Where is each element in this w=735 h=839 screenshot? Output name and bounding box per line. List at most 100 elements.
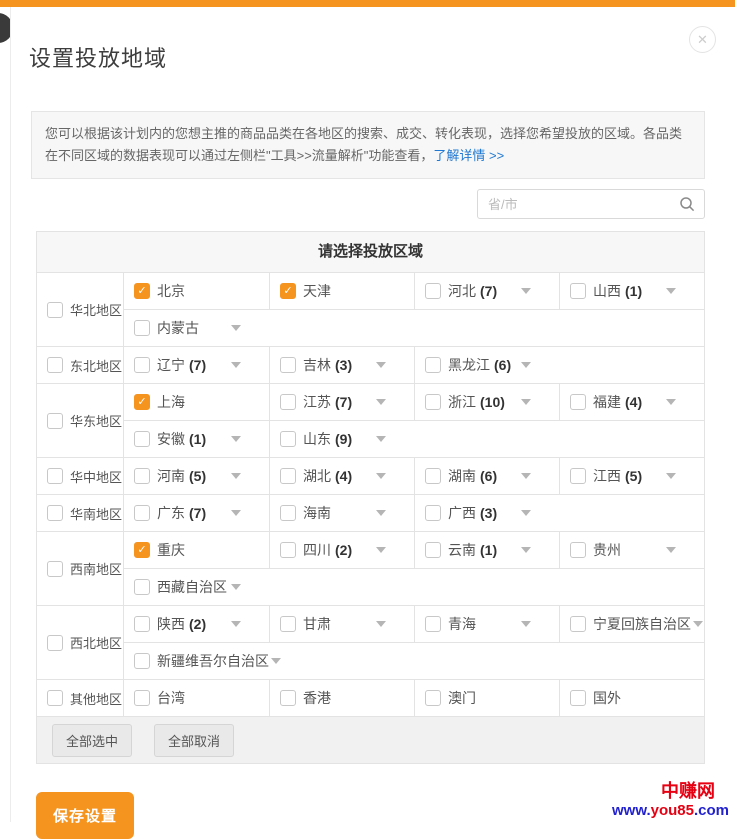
search-icon[interactable]: [679, 196, 695, 212]
region-checkbox[interactable]: [47, 560, 63, 577]
province-checkbox[interactable]: [280, 616, 296, 633]
province-checkbox[interactable]: [280, 468, 296, 485]
province-checkbox[interactable]: [134, 468, 150, 485]
save-settings-button[interactable]: 保存设置: [36, 792, 135, 839]
province-checkbox[interactable]: [134, 653, 150, 670]
chevron-down-icon[interactable]: [376, 436, 386, 443]
province-subrows: ✓ 重庆 四川 (2) 云南 (1) 贵州 西藏自治区: [124, 532, 704, 605]
province-checkbox[interactable]: [280, 357, 296, 374]
region-label: 其他地区: [70, 691, 123, 707]
province-cell: 香港: [269, 680, 414, 717]
province-checkbox[interactable]: [570, 394, 586, 411]
cancel-all-button[interactable]: 全部取消: [154, 723, 235, 757]
chevron-down-icon[interactable]: [231, 621, 241, 628]
chevron-down-icon[interactable]: [231, 362, 241, 369]
region-checkbox[interactable]: [47, 634, 63, 651]
chevron-down-icon[interactable]: [376, 399, 386, 406]
province-checkbox[interactable]: [134, 320, 150, 337]
chevron-down-icon[interactable]: [521, 288, 531, 295]
chevron-down-icon[interactable]: [376, 362, 386, 369]
region-row: 其他地区 台湾 香港 澳门 国外: [37, 680, 704, 718]
region-checkbox[interactable]: [47, 301, 63, 318]
province-checkbox[interactable]: [570, 542, 586, 559]
province-checkbox[interactable]: [134, 616, 150, 633]
province-subrows: 广东 (7) 海南 广西 (3): [124, 495, 704, 532]
province-checkbox[interactable]: [280, 690, 296, 707]
top-accent-bar: [0, 0, 735, 7]
chevron-down-icon[interactable]: [521, 547, 531, 554]
province-checkbox[interactable]: ✓: [134, 542, 150, 559]
province-checkbox[interactable]: [425, 357, 441, 374]
province-cell: 山西 (1): [559, 273, 704, 310]
province-label: 甘肃: [303, 616, 331, 633]
province-count: (6): [480, 468, 498, 485]
province-checkbox[interactable]: [425, 283, 441, 300]
province-checkbox[interactable]: [134, 690, 150, 707]
province-subrows: 河南 (5) 湖北 (4) 湖南 (6) 江西 (5): [124, 458, 704, 495]
chevron-down-icon[interactable]: [231, 473, 241, 480]
chevron-down-icon[interactable]: [521, 473, 531, 480]
province-label: 重庆: [157, 542, 185, 559]
province-checkbox[interactable]: [425, 616, 441, 633]
province-checkbox[interactable]: [425, 542, 441, 559]
chevron-down-icon[interactable]: [271, 658, 281, 665]
chevron-down-icon[interactable]: [231, 436, 241, 443]
province-checkbox[interactable]: [134, 431, 150, 448]
chevron-down-icon[interactable]: [666, 547, 676, 554]
province-subrows: ✓ 北京 ✓ 天津 河北 (7) 山西 (1) 内蒙古: [124, 273, 704, 346]
chevron-down-icon[interactable]: [521, 399, 531, 406]
province-checkbox[interactable]: [425, 690, 441, 707]
chevron-down-icon[interactable]: [376, 473, 386, 480]
province-checkbox[interactable]: [570, 616, 586, 633]
chevron-down-icon[interactable]: [376, 621, 386, 628]
region-checkbox[interactable]: [47, 505, 63, 522]
region-cell: 华中地区: [37, 458, 124, 495]
region-checkbox[interactable]: [47, 357, 63, 374]
province-checkbox[interactable]: [134, 579, 150, 596]
chevron-down-icon[interactable]: [231, 584, 241, 591]
province-cell: 内蒙古: [124, 310, 269, 346]
province-checkbox[interactable]: [570, 690, 586, 707]
chevron-down-icon[interactable]: [376, 510, 386, 517]
province-checkbox[interactable]: ✓: [134, 394, 150, 411]
province-checkbox[interactable]: [425, 505, 441, 522]
region-settings-dialog: ✕ 设置投放地域 您可以根据该计划内的您想主推的商品品类在各地区的搜索、成交、转…: [10, 7, 735, 839]
region-checkbox[interactable]: [47, 412, 63, 429]
province-checkbox[interactable]: [425, 394, 441, 411]
chevron-down-icon[interactable]: [231, 325, 241, 332]
province-label: 北京: [157, 283, 185, 300]
province-checkbox[interactable]: [570, 283, 586, 300]
chevron-down-icon[interactable]: [666, 399, 676, 406]
chevron-down-icon[interactable]: [666, 473, 676, 480]
province-subrow: ✓ 重庆 四川 (2) 云南 (1) 贵州: [124, 532, 704, 569]
province-checkbox[interactable]: [280, 505, 296, 522]
province-checkbox[interactable]: [570, 468, 586, 485]
province-checkbox[interactable]: [134, 505, 150, 522]
learn-more-link[interactable]: 了解详情 >>: [433, 148, 504, 163]
province-checkbox[interactable]: [280, 431, 296, 448]
chevron-down-icon[interactable]: [521, 621, 531, 628]
province-cell: 辽宁 (7): [124, 347, 269, 383]
select-all-button[interactable]: 全部选中: [52, 723, 133, 757]
province-checkbox[interactable]: [425, 468, 441, 485]
chevron-down-icon[interactable]: [376, 547, 386, 554]
chevron-down-icon[interactable]: [521, 510, 531, 517]
chevron-down-icon[interactable]: [693, 621, 703, 628]
chevron-down-icon[interactable]: [231, 510, 241, 517]
search-row: [31, 189, 705, 220]
search-input[interactable]: [478, 196, 679, 212]
province-checkbox[interactable]: [134, 357, 150, 374]
chevron-down-icon[interactable]: [666, 288, 676, 295]
notice-text: 您可以根据该计划内的您想主推的商品品类在各地区的搜索、成交、转化表现，选择您希望…: [45, 126, 683, 164]
chevron-down-icon[interactable]: [521, 362, 531, 369]
region-checkbox[interactable]: [47, 468, 63, 485]
region-checkbox[interactable]: [47, 690, 63, 707]
close-icon[interactable]: ✕: [689, 26, 716, 53]
province-label: 台湾: [157, 690, 185, 707]
region-label: 华东地区: [70, 414, 123, 430]
province-checkbox[interactable]: ✓: [134, 283, 150, 300]
province-checkbox[interactable]: [280, 394, 296, 411]
province-cell: 台湾: [124, 680, 269, 716]
province-checkbox[interactable]: ✓: [280, 283, 296, 300]
province-checkbox[interactable]: [280, 542, 296, 559]
